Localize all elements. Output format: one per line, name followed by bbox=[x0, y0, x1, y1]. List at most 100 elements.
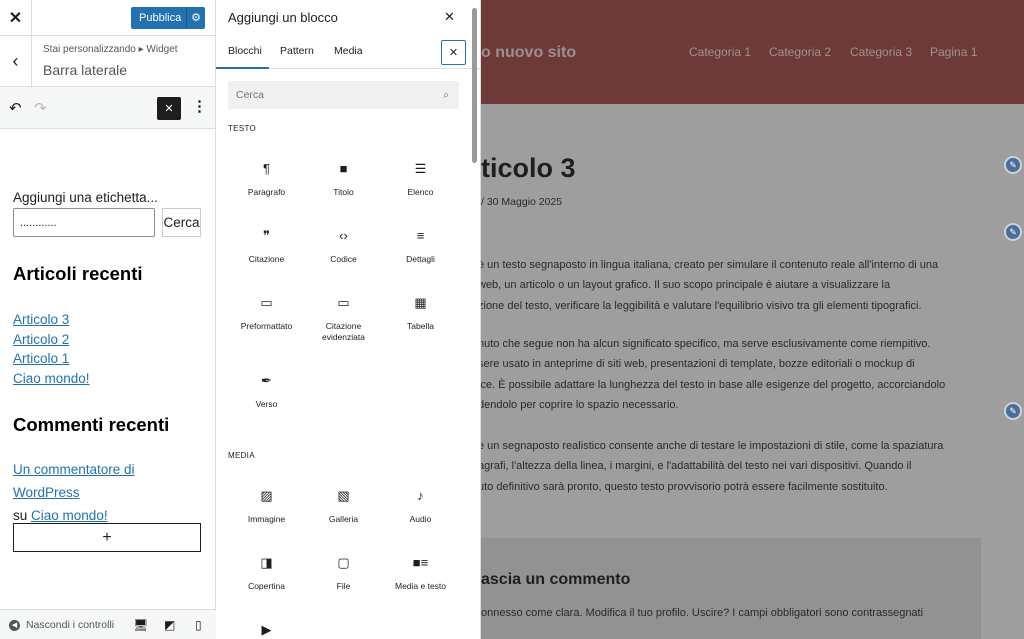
add-block-button[interactable]: + bbox=[13, 523, 201, 552]
block-search-placeholder: Cerca bbox=[236, 89, 265, 101]
nav-item-categoria-3[interactable]: Categoria 3 bbox=[850, 45, 912, 59]
recent-posts-list: Articolo 3 Articolo 2 Articolo 1 Ciao mo… bbox=[13, 310, 203, 389]
customizer-header: ✕ Pubblica ⚙ bbox=[0, 0, 215, 36]
table-icon: ▦ bbox=[414, 295, 427, 310]
more-options-icon[interactable]: ⋮ bbox=[192, 97, 207, 115]
block-label: File bbox=[336, 581, 351, 591]
block-audio[interactable]: ♪ Audio bbox=[382, 487, 459, 525]
nav-item-categoria-2[interactable]: Categoria 2 bbox=[769, 45, 831, 59]
close-icon: ✕ bbox=[448, 47, 459, 59]
recent-post-link[interactable]: Articolo 1 bbox=[13, 349, 203, 369]
block-details[interactable]: ≡ Dettagli bbox=[382, 227, 459, 265]
gear-icon[interactable]: ⚙ bbox=[186, 7, 205, 29]
paragraph-line: nuto che segue non ha alcun significato … bbox=[481, 338, 931, 350]
breadcrumb-section: ‹ Stai personalizzando ▸ Widget Barra la… bbox=[0, 36, 215, 87]
feather-icon: ✒ bbox=[261, 373, 272, 388]
tablet-preview-icon[interactable]: ◩ bbox=[164, 618, 175, 632]
block-label: Citazione bbox=[248, 254, 285, 264]
post-date: / 30 Maggio 2025 bbox=[481, 196, 563, 208]
comment-post-link[interactable]: Ciao mondo! bbox=[31, 508, 108, 523]
recent-comments-title[interactable]: Commenti recenti bbox=[13, 414, 203, 436]
block-paragraph[interactable]: ¶ Paragrafo bbox=[228, 160, 305, 198]
music-note-icon: ♪ bbox=[417, 488, 424, 503]
block-verse[interactable]: ✒ Verso bbox=[228, 372, 305, 410]
site-title[interactable]: o nuovo sito bbox=[481, 44, 576, 62]
close-inserter-toggle-button[interactable]: ✕ bbox=[157, 97, 181, 120]
editor-toolbar: ↶ ↷ ✕ ⋮ bbox=[0, 87, 215, 129]
cover-icon: ◨ bbox=[260, 555, 273, 570]
comment-logged-in-text: onnesso come clara. Modifica il tuo prof… bbox=[481, 607, 924, 619]
comment-title: ascia un commento bbox=[481, 571, 631, 588]
edit-pencil-icon[interactable]: ✎ bbox=[1004, 223, 1022, 241]
search-widget-label[interactable]: Aggiungi una etichetta... bbox=[13, 190, 203, 205]
redo-icon[interactable]: ↷ bbox=[34, 99, 47, 117]
recent-comment-item: Un commentatore di WordPress su Ciao mon… bbox=[13, 458, 203, 527]
chevron-left-icon: ‹ bbox=[12, 51, 19, 71]
post-paragraph: è un testo segnaposto in lingua italiana… bbox=[481, 255, 998, 316]
paragraph-line: zione del testo, verificare la leggibili… bbox=[481, 299, 922, 312]
image-icon: ▨ bbox=[260, 488, 273, 503]
video-icon: ▶ bbox=[261, 622, 272, 637]
tab-patterns[interactable]: Pattern bbox=[280, 45, 314, 57]
paragraph-line: e un segnaposto realistico consente anch… bbox=[481, 440, 944, 452]
post-paragraph: nuto che segue non ha alcun significato … bbox=[481, 334, 998, 415]
recent-post-link[interactable]: Ciao mondo! bbox=[13, 369, 203, 389]
block-label: Copertina bbox=[248, 581, 285, 591]
nav-item-categoria-1[interactable]: Categoria 1 bbox=[689, 45, 751, 59]
search-widget-input[interactable]: ............ bbox=[13, 208, 155, 237]
block-table[interactable]: ▦ Tabella bbox=[382, 294, 459, 332]
block-label: Paragrafo bbox=[247, 187, 286, 197]
list-icon: ☰ bbox=[414, 161, 427, 176]
quote-icon: ❞ bbox=[263, 228, 270, 243]
mobile-preview-icon[interactable]: ▯ bbox=[195, 618, 202, 632]
block-heading[interactable]: ■ Titolo bbox=[305, 160, 382, 198]
post-paragraph: e un segnaposto realistico consente anch… bbox=[481, 436, 998, 497]
block-code[interactable]: ‹› Codice bbox=[305, 227, 382, 265]
edit-pencil-icon[interactable]: ✎ bbox=[1004, 156, 1022, 174]
recent-post-link[interactable]: Articolo 3 bbox=[13, 310, 203, 330]
block-pullquote[interactable]: ▭ Citazione evidenziata bbox=[305, 294, 382, 343]
inserter-tabs: Blocchi Pattern Media ✕ bbox=[216, 34, 480, 69]
gallery-icon: ▧ bbox=[337, 488, 350, 503]
breadcrumb: Stai personalizzando ▸ Widget bbox=[43, 44, 178, 55]
paragraph-line: sere usato in anteprime di siti web, pre… bbox=[481, 358, 915, 371]
paragraph-line: ice. È possibile adattare la lunghezza d… bbox=[481, 378, 946, 391]
block-media-text[interactable]: ■≡ Media e testo bbox=[382, 554, 459, 592]
undo-icon[interactable]: ↶ bbox=[9, 99, 22, 117]
paragraph-line: web, un articolo o un layout grafico. Il… bbox=[481, 279, 891, 292]
block-label: Immagine bbox=[247, 514, 286, 524]
close-customizer-button[interactable]: ✕ bbox=[0, 0, 32, 36]
tab-media[interactable]: Media bbox=[334, 45, 363, 57]
category-media: MEDIA bbox=[228, 451, 255, 460]
bookmark-icon: ■ bbox=[339, 161, 348, 176]
block-quote[interactable]: ❞ Citazione bbox=[228, 227, 305, 265]
close-icon[interactable]: ✕ bbox=[444, 9, 455, 25]
publish-button[interactable]: Pubblica ⚙ bbox=[131, 7, 205, 29]
widget-area: Aggiungi una etichetta... ............ C… bbox=[13, 190, 203, 527]
block-search-input[interactable]: Cerca ⌕ bbox=[228, 81, 459, 109]
back-button[interactable]: ‹ bbox=[0, 36, 32, 87]
edit-pencil-icon[interactable]: ✎ bbox=[1004, 402, 1022, 420]
section-title: Barra laterale bbox=[43, 62, 128, 78]
block-video[interactable]: ▶ bbox=[228, 621, 305, 639]
block-preformatted[interactable]: ▭ Preformattato bbox=[228, 294, 305, 332]
search-widget-button[interactable]: Cerca bbox=[162, 208, 201, 237]
preformatted-icon: ▭ bbox=[260, 295, 273, 310]
hide-controls-button[interactable]: ◀ Nascondi i controlli bbox=[9, 619, 114, 631]
comment-author-link[interactable]: Un commentatore di WordPress bbox=[13, 462, 135, 500]
paragraph-line: uto definitivo sarà pronto, questo testo… bbox=[481, 480, 888, 493]
block-list[interactable]: ☰ Elenco bbox=[382, 160, 459, 198]
desktop-preview-icon[interactable]: 🖥 bbox=[133, 618, 148, 632]
tab-blocks[interactable]: Blocchi bbox=[228, 45, 262, 57]
recent-posts-title[interactable]: Articoli recenti bbox=[13, 263, 203, 285]
nav-item-pagina-1[interactable]: Pagina 1 bbox=[930, 45, 977, 59]
close-inserter-button[interactable]: ✕ bbox=[441, 40, 466, 65]
publish-label: Pubblica bbox=[139, 12, 182, 24]
block-image[interactable]: ▨ Immagine bbox=[228, 487, 305, 525]
block-cover[interactable]: ◨ Copertina bbox=[228, 554, 305, 592]
recent-post-link[interactable]: Articolo 2 bbox=[13, 330, 203, 350]
inserter-scrollbar[interactable] bbox=[472, 8, 477, 163]
block-gallery[interactable]: ▧ Galleria bbox=[305, 487, 382, 525]
plus-icon: + bbox=[102, 528, 112, 546]
block-file[interactable]: ▢ File bbox=[305, 554, 382, 592]
